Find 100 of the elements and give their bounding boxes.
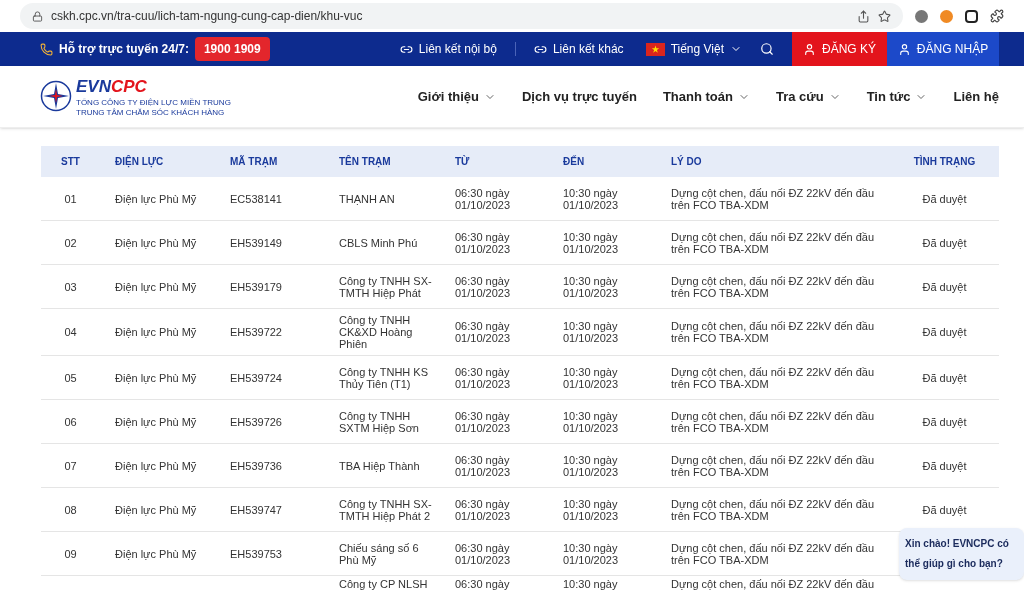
table-cell-text: 08	[63, 503, 78, 516]
table-cell-text: 06:30 ngày 01/10/2023	[454, 365, 512, 390]
table-cell-text: Điện lực Phù Mỹ	[114, 236, 198, 249]
puzzle-icon[interactable]	[990, 9, 1004, 23]
brand-name: EVNCPC	[76, 75, 148, 98]
table-cell-text: EH539747	[229, 503, 283, 516]
column-header: TỪ	[454, 154, 471, 169]
table-cell-text: Công ty TNHH SXTM Hiệp Sơn	[338, 409, 420, 434]
table-cell-text: 10:30 ngày 01/10/2023	[562, 320, 620, 344]
table-cell-text: Đã duyệt	[921, 503, 968, 516]
table-cell-text: 10:30 ngày 01/10/2023	[562, 497, 620, 522]
user-icon	[897, 42, 911, 56]
brand-subtitle: TRUNG TÂM CHĂM SÓC KHÁCH HÀNG	[76, 107, 226, 118]
table-cell-text: EH539179	[229, 280, 283, 293]
table-cell-text: 07	[63, 459, 78, 472]
logo-emblem-icon	[40, 79, 72, 112]
nav-item[interactable]: Tin tức	[866, 86, 928, 107]
header-link[interactable]: Liên kết khác	[533, 40, 624, 58]
table-cell-text: EH539753	[229, 547, 283, 560]
table-cell-text: Dựng cột chen, đấu nối ĐZ 22kV đến đầu trên FCO TBA-XDM	[670, 541, 876, 566]
table-cell-text: 05	[63, 371, 78, 384]
share-icon[interactable]	[857, 9, 870, 23]
table-cell-text: 06:30 ngày 01/10/2023	[454, 453, 512, 478]
table-cell-text: EH539726	[229, 415, 283, 428]
column-header: ĐẾN	[562, 154, 586, 169]
table-cell-text: Chiếu sáng số 6 Phù Mỹ	[338, 541, 420, 566]
table-cell-text: EH539722	[229, 326, 283, 338]
address-bar[interactable]: cskh.cpc.vn/tra-cuu/lich-tam-ngung-cung-cap-dien/khu-vuc	[20, 3, 903, 29]
nav-item[interactable]: Liên hệ	[953, 86, 999, 107]
table-cell-text: Dựng cột chen, đấu nối ĐZ 22kV đến đầu trên FCO TBA-XDM	[670, 230, 876, 255]
table-cell-text: 02	[63, 236, 78, 249]
nav-item[interactable]: Tra cứu	[775, 86, 841, 107]
extension-icon[interactable]	[965, 9, 978, 23]
nav-item[interactable]: Dịch vụ trực tuyến	[522, 86, 637, 107]
column-header: LÝ DO	[670, 154, 703, 169]
table-cell-text: Đã duyệt	[921, 415, 968, 428]
table-cell-text: 06:30 ngày 01/10/2023	[454, 186, 512, 211]
table-cell-text: CBLS Minh Phú	[338, 236, 419, 249]
table-cell-text: Điện lực Phù Mỹ	[114, 503, 198, 516]
table-cell-text: 06:30 ngày 01/10/2023	[454, 320, 512, 344]
table-cell-text: EH539736	[229, 459, 283, 472]
brand-subtitle: TỔNG CÔNG TY ĐIỆN LỰC MIỀN TRUNG	[76, 97, 231, 108]
column-header: TÌNH TRẠNG	[912, 154, 977, 169]
search-icon[interactable]	[760, 42, 774, 56]
table-cell-text: Dựng cột chen, đấu nối ĐZ 22kV đến đầu trên FCO TBA-XDM	[670, 186, 876, 211]
table-cell-text: 10:30 ngày 01/10/2023	[562, 541, 620, 566]
table-cell-text: Điện lực Phù Mỹ	[114, 547, 198, 560]
column-header: TÊN TRẠM	[338, 154, 392, 169]
nav-item[interactable]: Giới thiệu	[417, 86, 496, 107]
register-button[interactable]: ĐĂNG KÝ	[792, 32, 887, 66]
table-cell-text: Dựng cột chen, đấu nối ĐZ 22kV đến đầu trên FCO TBA-XDM	[670, 274, 876, 299]
lock-icon	[32, 10, 43, 22]
language-selector[interactable]: Tiếng Việt	[645, 40, 742, 58]
column-header: MÃ TRẠM	[229, 154, 279, 169]
table-cell-text: Dựng cột chen, đấu nối ĐZ 22kV đến đầu trên FCO TBA-XDM	[670, 497, 876, 522]
table-cell-text: 10:30 ngày 01/10/2023	[562, 409, 620, 434]
phone-icon	[40, 42, 53, 56]
table-cell-text: Đã duyệt	[921, 192, 968, 205]
bookmark-star-icon[interactable]	[878, 9, 891, 23]
hotline-label: Hỗ trợ trực tuyến 24/7:	[59, 40, 189, 58]
table-cell-text: EH539724	[229, 371, 283, 384]
table-cell-text: 06:30 ngày 01/10/2023	[454, 497, 512, 522]
table-cell-text: Điện lực Phù Mỹ	[114, 415, 198, 428]
table-cell-text: Đã duyệt	[921, 459, 968, 472]
table-cell-text: TBA Hiệp Thành	[338, 459, 421, 472]
table-cell-text: Công ty CP NLSH	[338, 578, 429, 590]
header-link[interactable]: Liên kết nội bộ	[399, 40, 497, 58]
table-cell-text: Điện lực Phù Mỹ	[114, 280, 198, 293]
table-cell-text: 09	[63, 547, 78, 560]
table-cell-text: Đã duyệt	[921, 371, 968, 384]
table-cell-text: Dựng cột chen, đấu nối ĐZ 22kV đến đầu trên FCO TBA-XDM	[670, 320, 876, 344]
table-cell-text: Dựng cột chen, đấu nối ĐZ 22kV đến đầu trên FCO TBA-XDM	[670, 453, 876, 478]
login-button[interactable]: ĐĂNG NHẬP	[887, 32, 999, 66]
table-cell-text: 10:30 ngày 01/10/2023	[562, 274, 620, 299]
nav-item[interactable]: Thanh toán	[662, 86, 750, 107]
table-cell-text: Công ty TNHH KS Thủy Tiên (T1)	[338, 365, 430, 390]
table-cell-text: Dựng cột chen, đấu nối ĐZ 22kV đến đầu trên FCO TBA-XDM	[670, 409, 876, 434]
table-cell-text: Điện lực Phù Mỹ	[114, 192, 198, 205]
table-cell-text: Đã duyệt	[921, 326, 968, 338]
table-cell-text: Điện lực Phù Mỹ	[114, 459, 198, 472]
table-cell-text: 10:30 ngày 01/10/2023	[562, 186, 620, 211]
chat-bubble[interactable]: Xin chào! EVNCPC có thể giúp gì cho bạn?	[899, 528, 1024, 580]
table-cell-text: 10:30 ngày 01/10/2023	[562, 230, 620, 255]
table-cell-text: 06:30 ngày 01/10/2023	[454, 409, 512, 434]
hotline-number[interactable]: 1900 1909	[194, 37, 270, 61]
table-cell-text: THẠNH AN	[338, 192, 396, 205]
table-cell-text: Điện lực Phù Mỹ	[114, 326, 198, 338]
table-cell-text: EC538141	[229, 192, 283, 205]
table-cell-text: Dựng cột chen, đấu nối ĐZ 22kV đến đầu	[670, 578, 876, 590]
table-cell-text: 04	[63, 326, 78, 338]
table-cell-text: EH539149	[229, 236, 283, 249]
user-icon	[803, 42, 816, 56]
table-cell-text: Công ty TNHH SX-TMTH Hiệp Phát	[338, 274, 433, 299]
table-cell-text: 06:30 ngày 01/10/2023	[454, 541, 512, 566]
table-cell-text: 10:30 ngày 01/10/2023	[562, 453, 620, 478]
table-cell-text: 03	[63, 280, 78, 293]
table-cell-text: Đã duyệt	[921, 280, 968, 293]
table-cell-text: 06:30 ngày 01/10/2023	[454, 230, 512, 255]
url-text: cskh.cpc.vn/tra-cuu/lich-tam-ngung-cung-cap-dien/khu-vuc	[51, 8, 364, 25]
table-cell-text: 10:30 ngày	[562, 578, 619, 590]
